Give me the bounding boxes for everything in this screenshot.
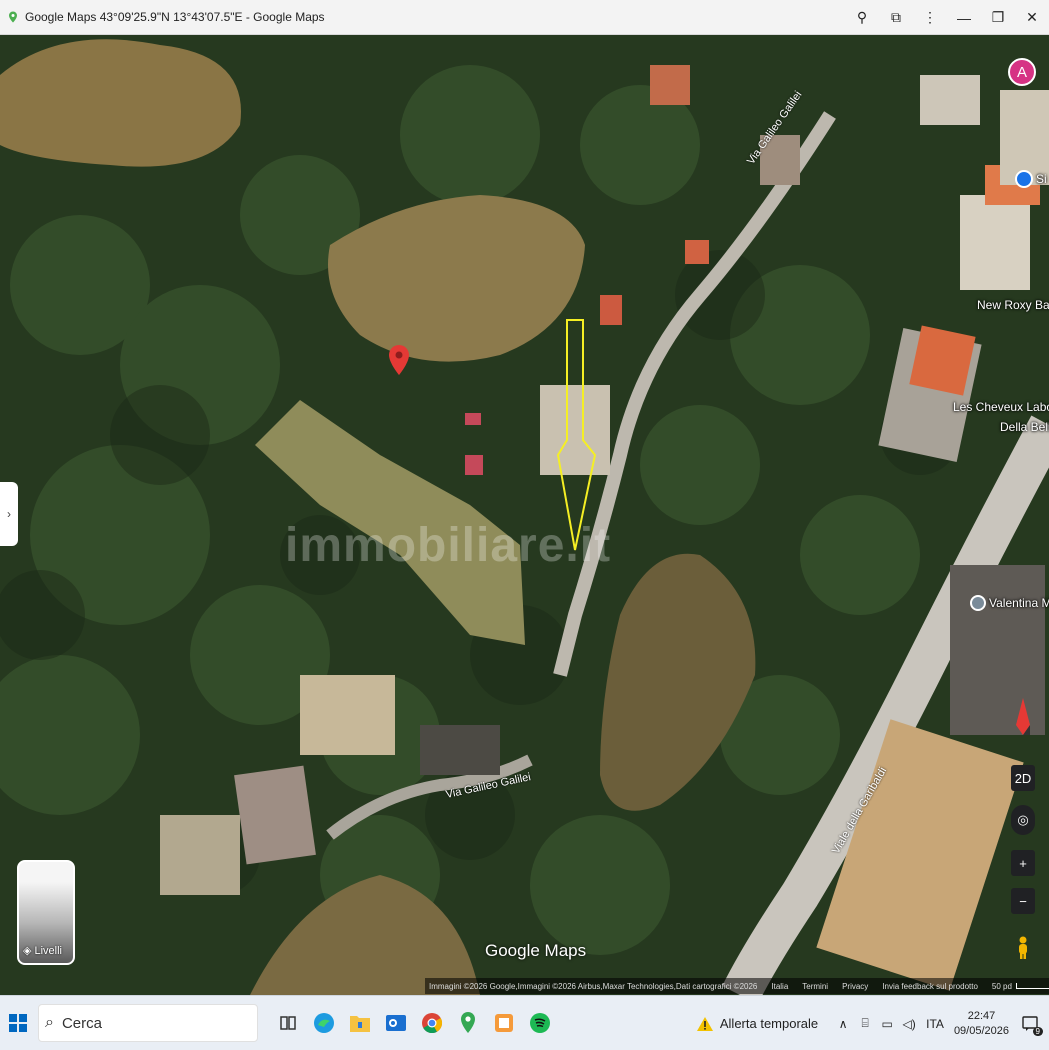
- zoom-out-button[interactable]: −: [1011, 888, 1035, 914]
- place-les-cheveux-line1[interactable]: Les Cheveux Laborat: [953, 400, 1049, 414]
- warning-icon: [696, 1016, 713, 1031]
- satellite-map[interactable]: A Si New Roxy Bar Les Cheveux Laborat De…: [0, 35, 1049, 995]
- close-button[interactable]: ✕: [1015, 0, 1049, 35]
- maps-pin-icon: [461, 1012, 475, 1033]
- attribution-country[interactable]: Italia: [771, 982, 788, 991]
- clock[interactable]: 22:47 09/05/2026: [954, 1009, 1009, 1039]
- taskbar-search-placeholder: Cerca: [61, 1014, 102, 1032]
- google-maps-favicon-icon: [9, 11, 17, 23]
- place-new-roxy-bar[interactable]: New Roxy Bar: [977, 298, 1049, 312]
- title-bar: Google Maps 43°09'25.9"N 13°43'07.5"E - …: [0, 0, 1049, 35]
- place-pin-icon: [970, 595, 986, 611]
- system-tray: Allerta temporale ∧ ⌸ ▭ ◁) ITA 22:47 09/…: [696, 996, 1049, 1050]
- windows-icon: [9, 1014, 27, 1032]
- minimize-icon: —: [957, 9, 971, 26]
- place-si[interactable]: Si: [1015, 170, 1047, 188]
- layers-icon: ◈: [23, 945, 32, 957]
- scale-bar[interactable]: 50 pd: [992, 982, 1049, 991]
- window-actions: ⚲ ⧉ ⋮ — ❐ ✕: [845, 0, 1049, 35]
- pegman-icon: [1019, 936, 1027, 959]
- chevron-up-icon[interactable]: ∧: [832, 1013, 854, 1035]
- input-language[interactable]: ITA: [926, 1017, 944, 1031]
- attribution-feedback[interactable]: Invia feedback sul prodotto: [882, 982, 978, 991]
- notifications-button[interactable]: 9: [1019, 1013, 1043, 1036]
- layers-button[interactable]: ◈ Livelli: [17, 860, 75, 965]
- taskbar-photos[interactable]: [486, 1005, 522, 1041]
- scale-bar-line: [1015, 983, 1049, 989]
- battery-icon[interactable]: ▭: [876, 1013, 898, 1035]
- volume-icon[interactable]: ◁): [898, 1013, 920, 1035]
- maximize-icon: ❐: [991, 9, 1005, 25]
- side-panel-toggle[interactable]: ›: [0, 482, 18, 546]
- mail-icon: [386, 1015, 406, 1031]
- scale-label: 50 pd: [991, 981, 1012, 991]
- attribution-bar: Immagini ©2026 Google,Immagini ©2026 Air…: [425, 978, 1049, 994]
- layers-label-wrap: ◈ Livelli: [23, 944, 62, 958]
- taskbar-edge[interactable]: [306, 1005, 342, 1041]
- street-view-pegman[interactable]: [1013, 935, 1033, 961]
- taskbar-outlook[interactable]: [378, 1005, 414, 1041]
- place-valentina[interactable]: Valentina M: [970, 595, 1049, 611]
- layers-label: Livelli: [34, 944, 62, 957]
- notification-count: 9: [1032, 1026, 1043, 1036]
- search-icon: ⌕: [45, 1014, 54, 1031]
- attribution-terms[interactable]: Termini: [802, 982, 828, 991]
- satellite-imagery: [0, 35, 1049, 995]
- photos-icon: [495, 1014, 513, 1032]
- weather-widget[interactable]: Allerta temporale: [696, 1016, 818, 1032]
- place-si-label: Si: [1036, 172, 1047, 186]
- more-icon: ⋮: [923, 9, 937, 25]
- place-valentina-label: Valentina M: [989, 596, 1049, 610]
- google-maps-logo: Google Maps: [485, 941, 587, 960]
- watermark: immobiliare.it: [285, 519, 612, 572]
- close-icon: ✕: [1026, 9, 1038, 25]
- taskbar-chrome[interactable]: [414, 1005, 450, 1041]
- view-2d-button[interactable]: 2D: [1011, 765, 1035, 791]
- chevron-right-icon: ›: [7, 507, 11, 521]
- taskbar-search[interactable]: ⌕ Cerca: [38, 1004, 258, 1042]
- place-les-cheveux-line2[interactable]: Della Bella: [1000, 420, 1049, 434]
- edge-icon: [314, 1013, 334, 1033]
- spotify-icon: [530, 1013, 550, 1033]
- my-location-button[interactable]: ◎: [1011, 805, 1035, 835]
- location-button[interactable]: ⚲: [845, 0, 879, 35]
- shop-icon: [1015, 170, 1033, 188]
- extensions-button[interactable]: ⧉: [879, 0, 913, 35]
- clock-time: 22:47: [967, 1009, 996, 1022]
- start-button[interactable]: [0, 996, 36, 1050]
- more-button[interactable]: ⋮: [913, 0, 947, 35]
- account-avatar[interactable]: A: [1008, 58, 1036, 86]
- attribution-privacy[interactable]: Privacy: [842, 982, 868, 991]
- taskbar-google-maps[interactable]: [450, 1005, 486, 1041]
- chrome-icon: [422, 1013, 443, 1034]
- folder-icon: [350, 1016, 370, 1032]
- crosshair-icon: ◎: [1017, 812, 1029, 827]
- taskbar-spotify[interactable]: [522, 1005, 558, 1041]
- attribution-imagery: Immagini ©2026 Google,Immagini ©2026 Air…: [429, 981, 758, 991]
- window-title: Google Maps 43°09'25.9"N 13°43'07.5"E - …: [25, 10, 325, 24]
- network-icon[interactable]: ⌸: [854, 1013, 876, 1035]
- task-view-icon: [280, 1016, 296, 1030]
- extensions-icon: ⧉: [891, 9, 901, 25]
- weather-text: Allerta temporale: [719, 1016, 819, 1031]
- zoom-in-button[interactable]: +: [1011, 850, 1035, 876]
- task-view-button[interactable]: [270, 1005, 306, 1041]
- maximize-button[interactable]: ❐: [981, 0, 1015, 35]
- clock-date: 09/05/2026: [953, 1024, 1009, 1037]
- minimize-button[interactable]: —: [947, 0, 981, 35]
- taskbar-file-explorer[interactable]: [342, 1005, 378, 1041]
- location-icon: ⚲: [856, 9, 868, 25]
- taskbar: ⌕ Cerca Allerta temporale ∧ ⌸ ▭ ◁) ITA 2…: [0, 995, 1049, 1050]
